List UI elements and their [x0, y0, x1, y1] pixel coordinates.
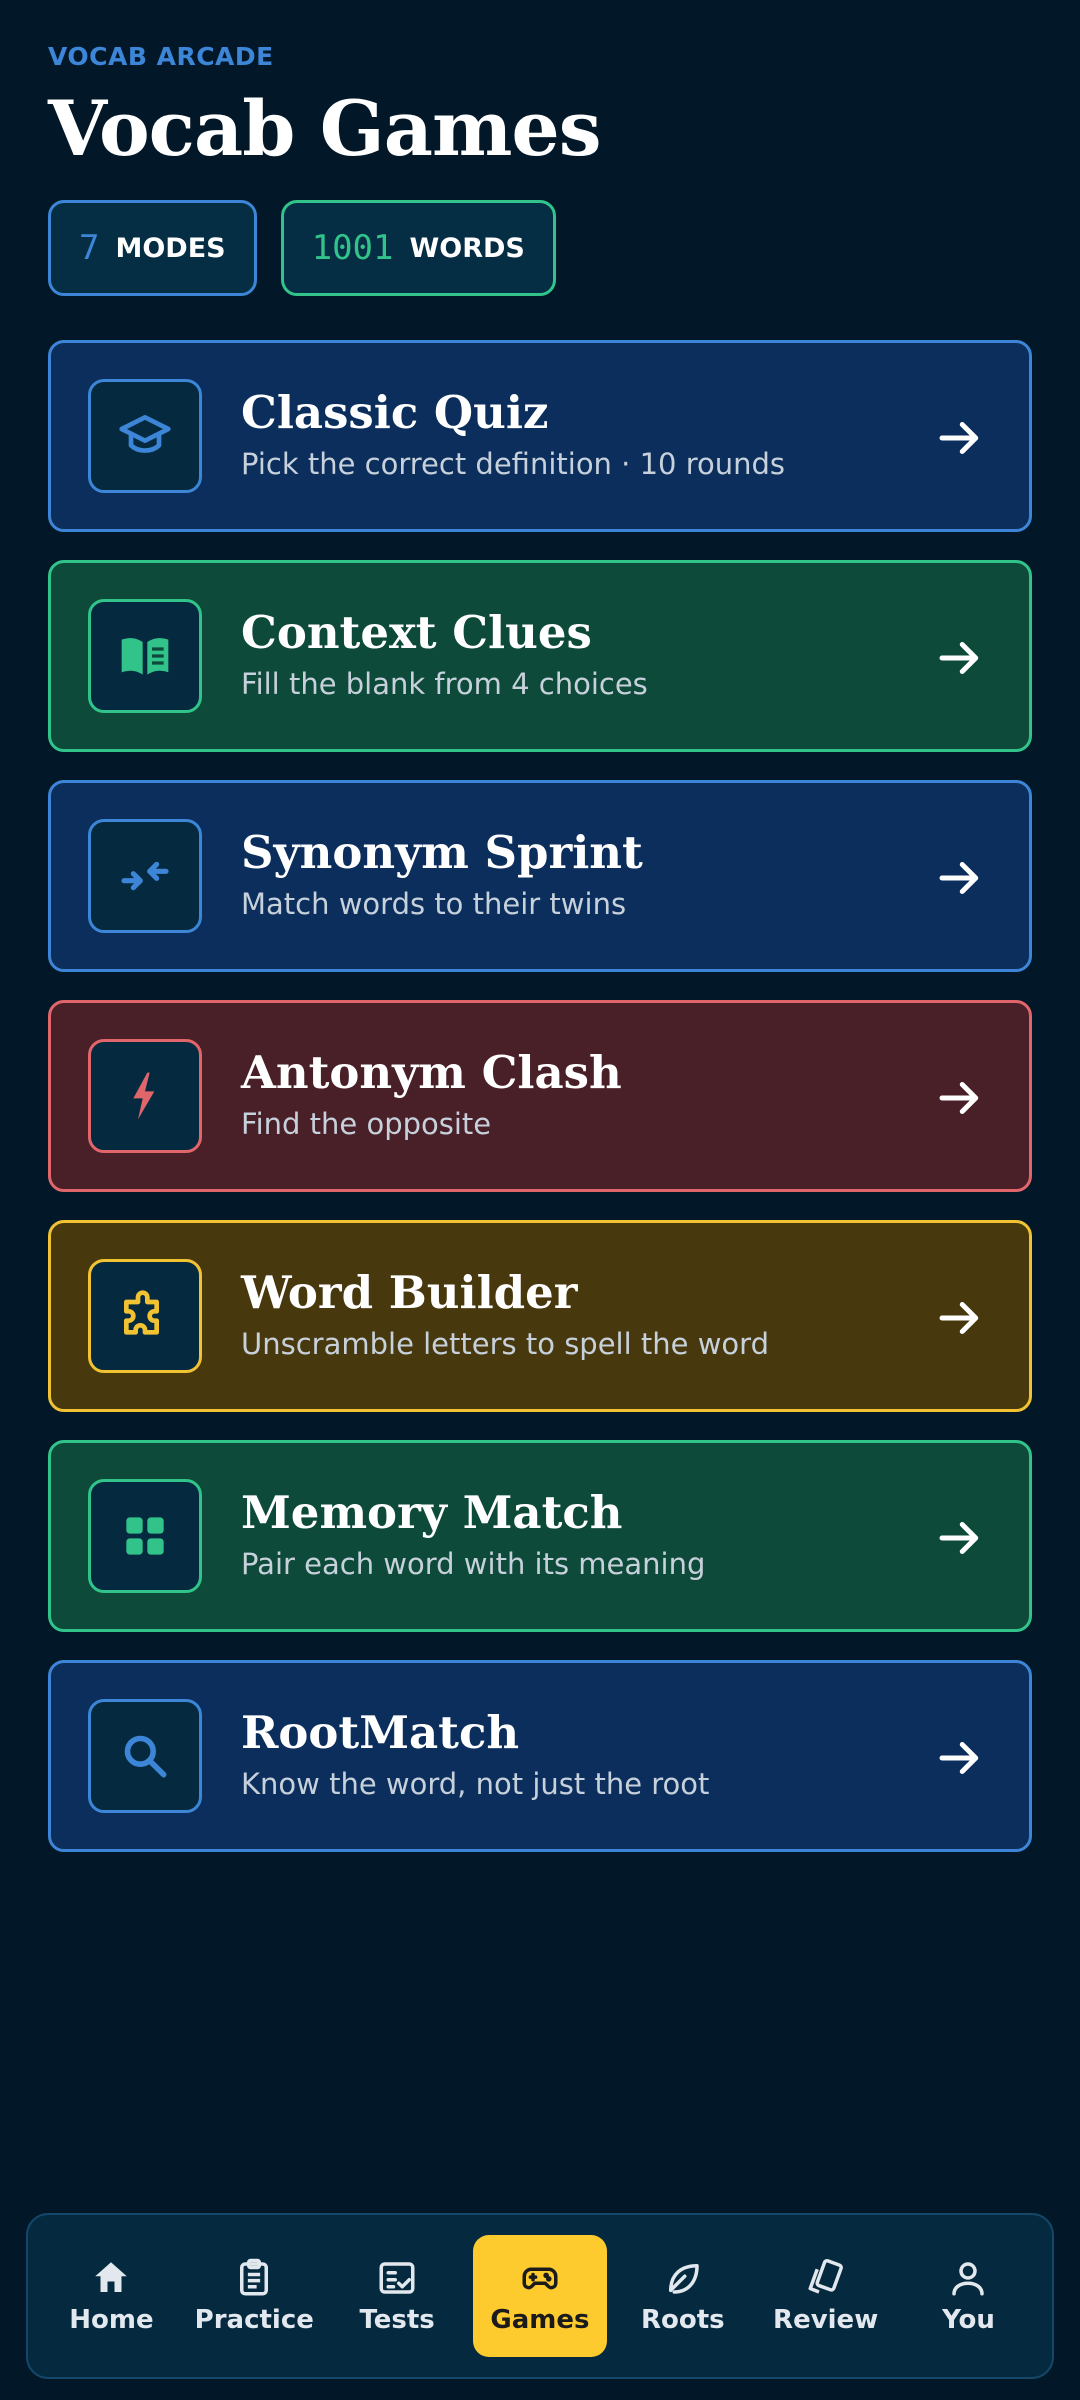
open-book-icon [88, 599, 202, 713]
checklist-icon [379, 2262, 415, 2294]
tab-label: Review [773, 2305, 879, 2335]
game-title: Word Builder [241, 1266, 578, 1319]
search-icon [88, 1699, 202, 1813]
game-card-rootmatch[interactable]: RootMatch Know the word, not just the ro… [48, 1660, 1032, 1852]
game-title: Antonym Clash [241, 1046, 622, 1099]
tab-practice[interactable]: Practice [187, 2235, 321, 2357]
game-card-memory-match[interactable]: Memory Match Pair each word with its mea… [48, 1440, 1032, 1632]
puzzle-icon [88, 1259, 202, 1373]
game-subtitle: Match words to their twins [241, 886, 627, 921]
home-icon [95, 2262, 128, 2292]
game-subtitle: Find the opposite [241, 1106, 492, 1141]
tab-roots[interactable]: Roots [616, 2235, 750, 2357]
game-subtitle: Unscramble letters to spell the word [241, 1326, 769, 1361]
game-card-context-clues[interactable]: Context Clues Fill the blank from 4 choi… [48, 560, 1032, 752]
game-title: Memory Match [241, 1486, 623, 1539]
modes-count-value: 7 [79, 228, 100, 268]
game-title: RootMatch [241, 1706, 520, 1759]
game-title: Classic Quiz [241, 386, 549, 439]
tab-games[interactable]: Games [472, 2235, 607, 2357]
user-icon [952, 2262, 985, 2296]
words-count-value: 1001 [311, 228, 394, 268]
tab-label: Roots [640, 2305, 725, 2335]
words-count-label: WORDS [409, 232, 525, 264]
cards-icon [808, 2258, 843, 2294]
arrow-right-icon [939, 1302, 979, 1334]
game-card-synonym-sprint[interactable]: Synonym Sprint Match words to their twin… [48, 780, 1032, 972]
tab-label: You [942, 2305, 995, 2335]
tab-review[interactable]: Review [759, 2235, 893, 2357]
game-card-antonym-clash[interactable]: Antonym Clash Find the opposite [48, 1000, 1032, 1192]
tab-tests[interactable]: Tests [330, 2235, 464, 2357]
games-screen: VOCAB ARCADE Vocab Games 7 MODES 1001 WO… [0, 0, 1080, 2400]
graduation-cap-icon [88, 379, 202, 493]
leaf-icon [668, 2264, 699, 2294]
arrow-right-icon [939, 642, 979, 674]
clipboard-icon [240, 2258, 269, 2296]
game-title: Synonym Sprint [241, 826, 643, 879]
modes-count-label: MODES [115, 232, 226, 264]
game-title: Context Clues [241, 606, 592, 659]
tab-label: Practice [194, 2305, 314, 2335]
game-subtitle: Pair each word with its meaning [241, 1546, 706, 1581]
arrow-right-icon [939, 1082, 979, 1114]
gamepad-icon [522, 2267, 558, 2290]
game-subtitle: Know the word, not just the root [241, 1766, 710, 1801]
game-subtitle: Pick the correct definition · 10 rounds [241, 446, 786, 481]
arrow-right-icon [939, 1522, 979, 1554]
tab-label: Games [490, 2305, 590, 2335]
stats-row: 7 MODES 1001 WORDS [48, 200, 556, 296]
lightning-icon [88, 1039, 202, 1153]
game-card-word-builder[interactable]: Word Builder Unscramble letters to spell… [48, 1220, 1032, 1412]
modes-count-badge: 7 MODES [48, 200, 257, 296]
tab-label: Home [69, 2305, 154, 2335]
grid-icon [88, 1479, 202, 1593]
arrow-right-icon [939, 862, 979, 894]
bottom-nav: Home Practice Tests Games Roots Review Y… [26, 2213, 1054, 2379]
game-mode-list: Classic Quiz Pick the correct definition… [48, 340, 1032, 1880]
arrow-right-icon [939, 422, 979, 454]
tab-you[interactable]: You [901, 2235, 1035, 2357]
arrows-converge-icon [88, 819, 202, 933]
page-title: Vocab Games [48, 84, 602, 173]
section-eyebrow: VOCAB ARCADE [48, 42, 274, 71]
game-card-classic-quiz[interactable]: Classic Quiz Pick the correct definition… [48, 340, 1032, 532]
words-count-badge: 1001 WORDS [280, 200, 556, 296]
arrow-right-icon [939, 1742, 979, 1774]
tab-home[interactable]: Home [44, 2235, 178, 2357]
tab-label: Tests [359, 2305, 435, 2335]
game-subtitle: Fill the blank from 4 choices [241, 666, 648, 701]
